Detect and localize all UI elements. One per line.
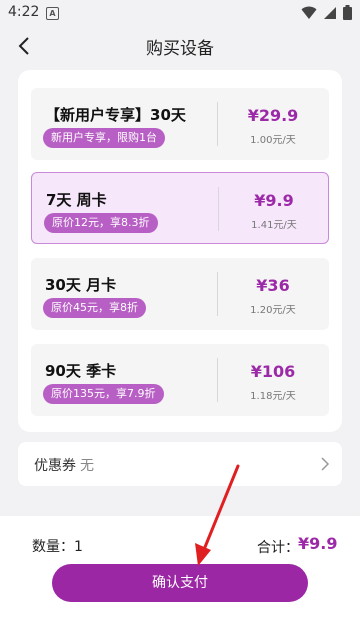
- coupon-row[interactable]: 优惠券 无: [18, 442, 342, 486]
- signal-icon: [324, 6, 336, 19]
- battery-icon: [343, 5, 352, 20]
- plan-price: ¥29.9: [247, 106, 299, 125]
- plan-price: ¥36: [256, 276, 290, 295]
- wifi-icon: [301, 6, 317, 19]
- total-label: 合计：: [257, 540, 299, 556]
- plan-price: ¥9.9: [254, 191, 294, 210]
- confirm-pay-button[interactable]: 确认支付: [52, 564, 308, 602]
- chevron-right-icon: [321, 457, 330, 471]
- plan-divider: [217, 102, 218, 146]
- plan-tag: 原价12元，享8.3折: [44, 213, 158, 233]
- plan-daily-price: 1.41元/天: [251, 220, 297, 231]
- status-bar: 4:22 A: [0, 0, 360, 26]
- plan-name: 7天 周卡: [46, 191, 107, 209]
- plan-option-7d[interactable]: 7天 周卡 原价12元，享8.3折 ¥9.9 1.41元/天: [31, 172, 329, 244]
- page-title: 购买设备: [146, 39, 214, 59]
- total-price: ¥9.9: [298, 534, 338, 553]
- plan-name: 90天 季卡: [45, 362, 117, 380]
- status-icons: [301, 5, 352, 20]
- plan-option-90d[interactable]: 90天 季卡 原价135元，享7.9折 ¥106 1.18元/天: [31, 344, 329, 416]
- coupon-label: 优惠券: [34, 458, 76, 474]
- checkout-bar: 数量：1 合计： ¥9.9 确认支付: [0, 516, 360, 640]
- plan-tag: 原价45元，享8折: [43, 298, 146, 318]
- app-bar: 购买设备: [0, 26, 360, 66]
- status-time: 4:22: [8, 4, 40, 20]
- quantity-text: 数量：1: [32, 539, 83, 555]
- plan-daily-price: 1.20元/天: [250, 305, 296, 316]
- plan-tag: 原价135元，享7.9折: [43, 384, 164, 404]
- plan-name: 【新用户专享】30天: [45, 106, 186, 124]
- plans-card: 【新用户专享】30天 新用户专享，限购1台 ¥29.9 1.00元/天 7天 周…: [18, 70, 342, 432]
- coupon-value: 无: [80, 458, 94, 474]
- notification-icon: A: [46, 7, 59, 20]
- plan-divider: [217, 272, 218, 316]
- plan-option-30d[interactable]: 30天 月卡 原价45元，享8折 ¥36 1.20元/天: [31, 258, 329, 330]
- plan-daily-price: 1.00元/天: [250, 135, 296, 146]
- plan-name: 30天 月卡: [45, 276, 117, 294]
- plan-divider: [217, 358, 218, 402]
- plan-price: ¥106: [250, 362, 296, 381]
- plan-tag: 新用户专享，限购1台: [43, 128, 165, 148]
- plan-divider: [218, 187, 219, 231]
- plan-option-new-user-30d[interactable]: 【新用户专享】30天 新用户专享，限购1台 ¥29.9 1.00元/天: [31, 88, 329, 160]
- plan-daily-price: 1.18元/天: [250, 391, 296, 402]
